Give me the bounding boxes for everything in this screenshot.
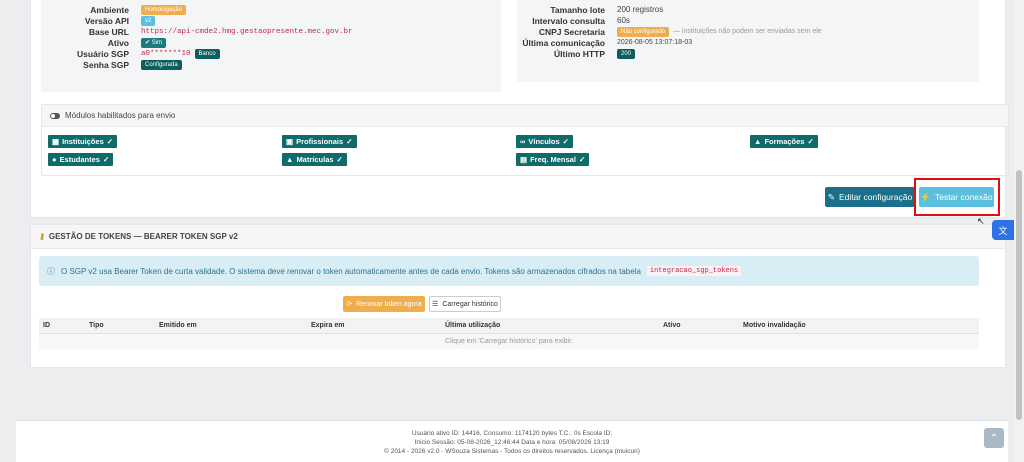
row-ambiente: Ambiente Homologação: [41, 4, 187, 15]
senha-sgp-badge: Configurada: [141, 59, 182, 70]
row-tamanho-lote: Tamanho lote 200 registros: [517, 4, 663, 15]
intervalo-consulta-value: 60s: [617, 16, 630, 25]
module-formacoes[interactable]: ▲ Formações ✓: [750, 135, 818, 148]
versao-api-label: Versão API: [84, 15, 129, 26]
usuario-sgp-label: Usuário SGP: [77, 48, 129, 59]
connection-info-left: Ambiente Homologação Versão API v2 Base …: [41, 0, 501, 92]
base-url-value: https://api-cmde2.hmg.gestaopresente.mec…: [141, 27, 353, 36]
ultima-comunicacao-value: 2026-08-05 13:07:18-03: [617, 39, 693, 46]
token-header: ⚷ GESTÃO DE TOKENS — BEARER TOKEN SGP v2: [31, 225, 1005, 249]
modules-panel: Módulos habilitados para envio ▦ Institui…: [41, 104, 1009, 176]
token-management-card: ⚷ GESTÃO DE TOKENS — BEARER TOKEN SGP v2…: [30, 224, 1006, 368]
row-intervalo-consulta: Intervalo consulta 60s: [517, 15, 630, 26]
ambiente-badge: Homologação: [141, 4, 187, 15]
row-ultima-comunicacao: Última comunicação 2026-08-05 13:07:18-0…: [517, 37, 692, 48]
intervalo-consulta-label: Intervalo consulta: [532, 15, 605, 26]
token-table: ID Tipo Emitido em Expira em Última util…: [39, 318, 979, 349]
ativo-badge: ✔ Sim: [141, 37, 167, 48]
col-id: ID: [43, 322, 50, 329]
footer-line-1: Usuário ativo ID: 14416, Consumo: 117412…: [411, 430, 613, 437]
col-emitido: Emitido em: [159, 322, 197, 329]
calendar-icon: ▤: [520, 155, 528, 164]
token-title: GESTÃO DE TOKENS — BEARER TOKEN SGP v2: [48, 232, 238, 241]
connection-config-card: Ambiente Homologação Versão API v2 Base …: [30, 0, 1009, 226]
user-icon: ●: [52, 155, 57, 164]
token-table-header: ID Tipo Emitido em Expira em Última util…: [39, 318, 979, 334]
versao-api-badge: v2: [141, 15, 156, 26]
footer-line-3: © 2014 - 2026 v2.0 - WSouza Sistemas - T…: [384, 448, 640, 455]
modules-title: Módulos habilitados para envio: [65, 111, 176, 120]
footer: Usuário ativo ID: 14416, Consumo: 117412…: [16, 420, 1008, 462]
page-content: Ambiente Homologação Versão API v2 Base …: [16, 0, 1009, 462]
cnpj-note: — instituições não podem ser enviadas se…: [673, 28, 822, 35]
row-ultimo-http: Último HTTP 200: [517, 48, 636, 59]
col-expira: Expira em: [311, 322, 345, 329]
footer-line-2: Início Sessão: 05-08-2026_12:46:44 Data …: [414, 439, 610, 446]
tamanho-lote-label: Tamanho lote: [550, 4, 605, 15]
ultimo-http-label: Último HTTP: [554, 48, 605, 59]
edit-config-button[interactable]: ✎ Editar configuração: [825, 187, 915, 207]
toggle-icon: [50, 112, 60, 119]
col-ultima-utilizacao: Última utilização: [445, 322, 501, 329]
link-icon: ∞: [520, 137, 526, 146]
col-tipo: Tipo: [89, 322, 104, 329]
load-history-button[interactable]: ☰ Carregar histórico: [429, 296, 501, 312]
alert-text: O SGP v2 usa Bearer Token de curta valid…: [61, 266, 641, 276]
row-ativo: Ativo ✔ Sim: [41, 37, 167, 48]
row-cnpj-secretaria: CNPJ Secretaria Não configurado — institu…: [517, 26, 822, 37]
ultimo-http-badge: 200: [617, 48, 636, 59]
token-info-alert: ⓘ O SGP v2 usa Bearer Token de curta val…: [39, 256, 979, 286]
ultima-comunicacao-label: Última comunicação: [522, 37, 605, 48]
list-icon: ☰: [432, 301, 439, 308]
alert-code: integracao_sgp_tokens: [646, 266, 742, 276]
col-ativo: Ativo: [663, 322, 681, 329]
highlight-box: [914, 178, 1000, 216]
cnpj-secretaria-label: CNPJ Secretaria: [538, 26, 605, 37]
module-profissionais[interactable]: ▣ Profissionais ✓: [282, 135, 357, 148]
col-motivo: Motivo invalidação: [743, 322, 806, 329]
tamanho-lote-value: 200 registros: [617, 5, 664, 14]
scroll-to-top-button[interactable]: ⌃: [984, 428, 1004, 448]
refresh-icon: ⟳: [346, 301, 353, 308]
accessibility-widget-button[interactable]: 文: [992, 220, 1014, 240]
connection-info-right: Tamanho lote 200 registros Intervalo con…: [517, 0, 979, 82]
cnpj-badge: Não configurado: [617, 26, 670, 37]
building-icon: ▦: [52, 137, 60, 146]
info-icon: ⓘ: [47, 266, 55, 276]
ativo-label: Ativo: [107, 37, 129, 48]
module-instituicoes[interactable]: ▦ Instituições ✓: [48, 135, 118, 148]
token-table-empty: Clique em 'Carregar histórico' para exib…: [39, 334, 979, 349]
scrollbar-thumb[interactable]: [1016, 170, 1022, 420]
module-matriculas[interactable]: ▲ Matrículas ✓: [282, 153, 347, 166]
row-base-url: Base URL https://api-cmde2.hmg.gestaopre…: [41, 26, 353, 37]
graduation-cap-icon: ▲: [286, 155, 294, 164]
renew-token-button[interactable]: ⟳ Renovar token agora: [343, 296, 425, 312]
key-icon: ⚷: [39, 232, 45, 241]
graduation-cap-icon: ▲: [754, 137, 762, 146]
row-usuario-sgp: Usuário SGP a0*******10 Banco: [41, 48, 220, 59]
page-scrollbar[interactable]: [1014, 0, 1024, 462]
module-freq-mensal[interactable]: ▤ Freq. Mensal ✓: [516, 153, 590, 166]
base-url-label: Base URL: [88, 26, 129, 37]
translate-icon: 文: [998, 225, 1008, 236]
row-senha-sgp: Senha SGP Configurada: [41, 59, 182, 70]
module-vinculos[interactable]: ∞ Vínculos ✓: [516, 135, 573, 148]
senha-sgp-label: Senha SGP: [83, 59, 129, 70]
usuario-sgp-badge: Banco: [194, 48, 220, 59]
modules-header: Módulos habilitados para envio: [42, 105, 1008, 127]
row-versao-api: Versão API v2: [41, 15, 156, 26]
pencil-icon: ✎: [827, 191, 835, 202]
module-estudantes[interactable]: ● Estudantes ✓: [48, 153, 114, 166]
usuario-sgp-value: a0*******10: [141, 49, 191, 58]
briefcase-icon: ▣: [286, 137, 294, 146]
ambiente-label: Ambiente: [90, 4, 129, 15]
chevron-up-icon: ⌃: [989, 432, 999, 444]
